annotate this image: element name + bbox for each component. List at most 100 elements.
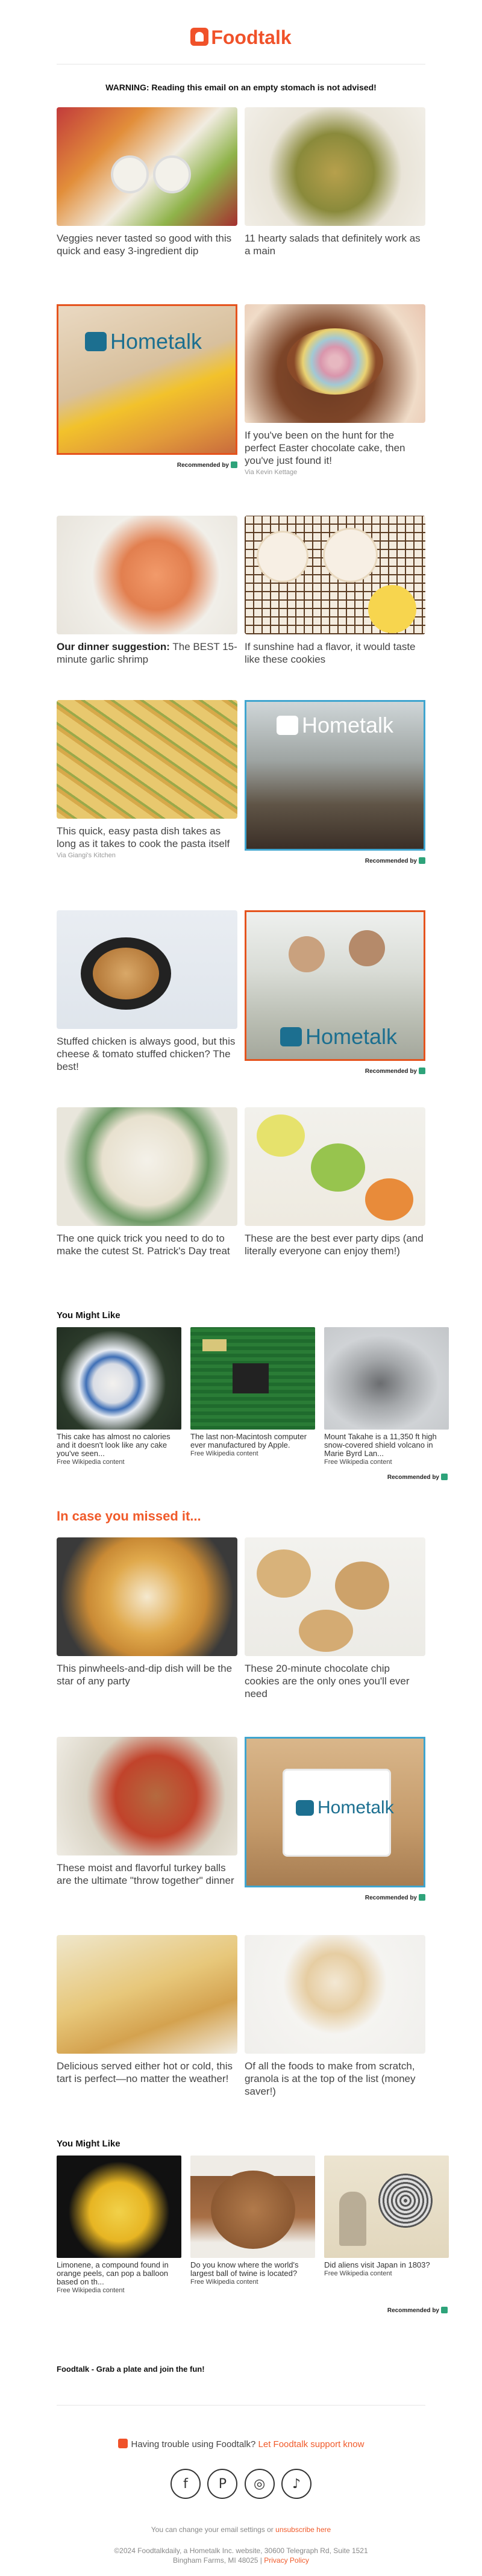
article-card[interactable]: This quick, easy pasta dish takes as lon… xyxy=(57,700,237,859)
foodtalk-logo[interactable]: Foodtalk xyxy=(0,27,482,49)
recommended-by[interactable]: Recommended by xyxy=(245,1894,425,1901)
social-links: f P ◎ ♪ xyxy=(171,2469,311,2501)
recommended-title[interactable]: The last non-Macintosh computer ever man… xyxy=(190,1433,315,1449)
article-card[interactable]: These moist and flavorful turkey balls a… xyxy=(57,1737,237,1887)
hometalk-house-icon xyxy=(280,1027,302,1046)
article-caption[interactable]: The one quick trick you need to do to ma… xyxy=(57,1232,237,1257)
support-link[interactable]: Let Foodtalk support know xyxy=(258,2439,365,2449)
article-caption[interactable]: 11 hearty salads that definitely work as… xyxy=(245,232,425,257)
warning-banner: WARNING: Reading this email on an empty … xyxy=(105,83,377,92)
article-caption[interactable]: Our dinner suggestion: The BEST 15-minut… xyxy=(57,640,237,666)
hometalk-house-icon xyxy=(296,1800,314,1816)
article-image[interactable] xyxy=(245,304,425,423)
recommended-image[interactable] xyxy=(324,2156,449,2258)
article-source: Via Giangi's Kitchen xyxy=(57,852,116,859)
outbrain-icon xyxy=(419,857,425,864)
recommended-item[interactable]: The last non-Macintosh computer ever man… xyxy=(190,1327,315,1457)
recommended-source: Free Wikipedia content xyxy=(324,2270,392,2277)
hometalk-ad[interactable]: Hometalk xyxy=(245,700,425,851)
article-image[interactable] xyxy=(245,1935,425,2054)
pinterest-icon[interactable]: P xyxy=(207,2469,238,2499)
article-image[interactable] xyxy=(245,107,425,226)
hometalk-logo: Hometalk xyxy=(277,713,393,738)
recommended-source: Free Wikipedia content xyxy=(190,1450,258,1457)
recommended-image[interactable] xyxy=(57,2156,181,2258)
article-card[interactable]: 11 hearty salads that definitely work as… xyxy=(245,107,425,257)
facebook-icon[interactable]: f xyxy=(171,2469,201,2499)
article-image[interactable] xyxy=(57,910,237,1029)
recommended-item[interactable]: Do you know where the world's largest ba… xyxy=(190,2156,315,2286)
recommended-image[interactable] xyxy=(324,1327,449,1430)
outbrain-icon xyxy=(441,1474,448,1480)
article-caption[interactable]: Delicious served either hot or cold, thi… xyxy=(57,2060,237,2085)
article-image[interactable] xyxy=(57,1107,237,1226)
recommended-image[interactable] xyxy=(190,1327,315,1430)
hometalk-ad[interactable]: Hometalk xyxy=(57,304,237,455)
article-caption[interactable]: This quick, easy pasta dish takes as lon… xyxy=(57,825,237,850)
recommended-item[interactable]: Mount Takahe is a 11,350 ft high snow-co… xyxy=(324,1327,449,1466)
recommended-image[interactable] xyxy=(190,2156,315,2258)
recommended-title[interactable]: Mount Takahe is a 11,350 ft high snow-co… xyxy=(324,1433,449,1458)
email-page: Foodtalk WARNING: Reading this email on … xyxy=(0,0,482,2576)
article-caption[interactable]: These are the best ever party dips (and … xyxy=(245,1232,425,1257)
article-card[interactable]: Of all the foods to make from scratch, g… xyxy=(245,1935,425,2098)
recommended-title[interactable]: Limonene, a compound found in orange pee… xyxy=(57,2261,181,2286)
article-card[interactable]: Stuffed chicken is always good, but this… xyxy=(57,910,237,1073)
outbrain-icon xyxy=(419,1894,425,1901)
privacy-policy-link[interactable]: Privacy Policy xyxy=(264,2556,309,2565)
article-image[interactable] xyxy=(57,1935,237,2054)
article-image[interactable] xyxy=(57,1737,237,1855)
hometalk-ad[interactable]: Hometalk xyxy=(245,910,425,1061)
article-card[interactable]: If sunshine had a flavor, it would taste… xyxy=(245,516,425,666)
missed-heading: In case you missed it... xyxy=(57,1508,201,1524)
article-card[interactable]: This pinwheels-and-dip dish will be the … xyxy=(57,1537,237,1687)
recommended-source: Free Wikipedia content xyxy=(190,2278,258,2286)
recommended-item[interactable]: Limonene, a compound found in orange pee… xyxy=(57,2156,181,2294)
tiktok-icon[interactable]: ♪ xyxy=(281,2469,311,2499)
article-caption[interactable]: This pinwheels-and-dip dish will be the … xyxy=(57,1662,237,1687)
divider xyxy=(57,2405,425,2406)
article-image[interactable] xyxy=(57,107,237,226)
recommended-title[interactable]: Did aliens visit Japan in 1803? xyxy=(324,2261,449,2269)
recommended-by[interactable]: Recommended by xyxy=(57,461,237,469)
article-image[interactable] xyxy=(245,1107,425,1226)
address-line: Bingham Farms, MI 48025 | Privacy Policy xyxy=(173,2556,309,2565)
article-card[interactable]: Delicious served either hot or cold, thi… xyxy=(57,1935,237,2085)
unsubscribe-link[interactable]: unsubscribe here xyxy=(275,2525,331,2534)
article-card[interactable]: Veggies never tasted so good with this q… xyxy=(57,107,237,257)
article-card[interactable]: These 20-minute chocolate chip cookies a… xyxy=(245,1537,425,1700)
article-caption[interactable]: If sunshine had a flavor, it would taste… xyxy=(245,640,425,666)
recommended-by[interactable]: Recommended by xyxy=(245,1068,425,1075)
article-card[interactable]: These are the best ever party dips (and … xyxy=(245,1107,425,1257)
article-caption[interactable]: Stuffed chicken is always good, but this… xyxy=(57,1035,237,1073)
article-card[interactable]: If you've been on the hunt for the perfe… xyxy=(245,304,425,476)
article-caption[interactable]: If you've been on the hunt for the perfe… xyxy=(245,429,425,467)
outbrain-icon xyxy=(419,1068,425,1074)
recommended-title[interactable]: Do you know where the world's largest ba… xyxy=(190,2261,315,2278)
hometalk-house-icon xyxy=(277,716,298,735)
recommended-source: Free Wikipedia content xyxy=(57,2287,125,2294)
article-image[interactable] xyxy=(57,516,237,634)
article-caption[interactable]: Veggies never tasted so good with this q… xyxy=(57,232,237,257)
support-line: Having trouble using Foodtalk? Let Foodt… xyxy=(0,2439,482,2449)
you-might-like-heading: You Might Like xyxy=(57,2139,120,2149)
article-image[interactable] xyxy=(57,700,237,819)
article-image[interactable] xyxy=(245,516,425,634)
article-card[interactable]: Our dinner suggestion: The BEST 15-minut… xyxy=(57,516,237,666)
article-card[interactable]: The one quick trick you need to do to ma… xyxy=(57,1107,237,1257)
instagram-icon[interactable]: ◎ xyxy=(244,2469,275,2499)
recommended-item[interactable]: Did aliens visit Japan in 1803? Free Wik… xyxy=(324,2156,449,2277)
recommended-item[interactable]: This cake has almost no calories and it … xyxy=(57,1327,181,1466)
you-might-like-heading: You Might Like xyxy=(57,1310,120,1321)
recommended-by[interactable]: Recommended by xyxy=(267,1474,448,1481)
recommended-image[interactable] xyxy=(57,1327,181,1430)
recommended-title[interactable]: This cake has almost no calories and it … xyxy=(57,1433,181,1458)
article-caption[interactable]: Of all the foods to make from scratch, g… xyxy=(245,2060,425,2098)
article-caption[interactable]: These moist and flavorful turkey balls a… xyxy=(57,1862,237,1887)
recommended-by[interactable]: Recommended by xyxy=(245,857,425,864)
recommended-by[interactable]: Recommended by xyxy=(267,2307,448,2314)
hometalk-ad[interactable]: Hometalk xyxy=(245,1737,425,1887)
article-caption[interactable]: These 20-minute chocolate chip cookies a… xyxy=(245,1662,425,1700)
article-image[interactable] xyxy=(245,1537,425,1656)
article-image[interactable] xyxy=(57,1537,237,1656)
